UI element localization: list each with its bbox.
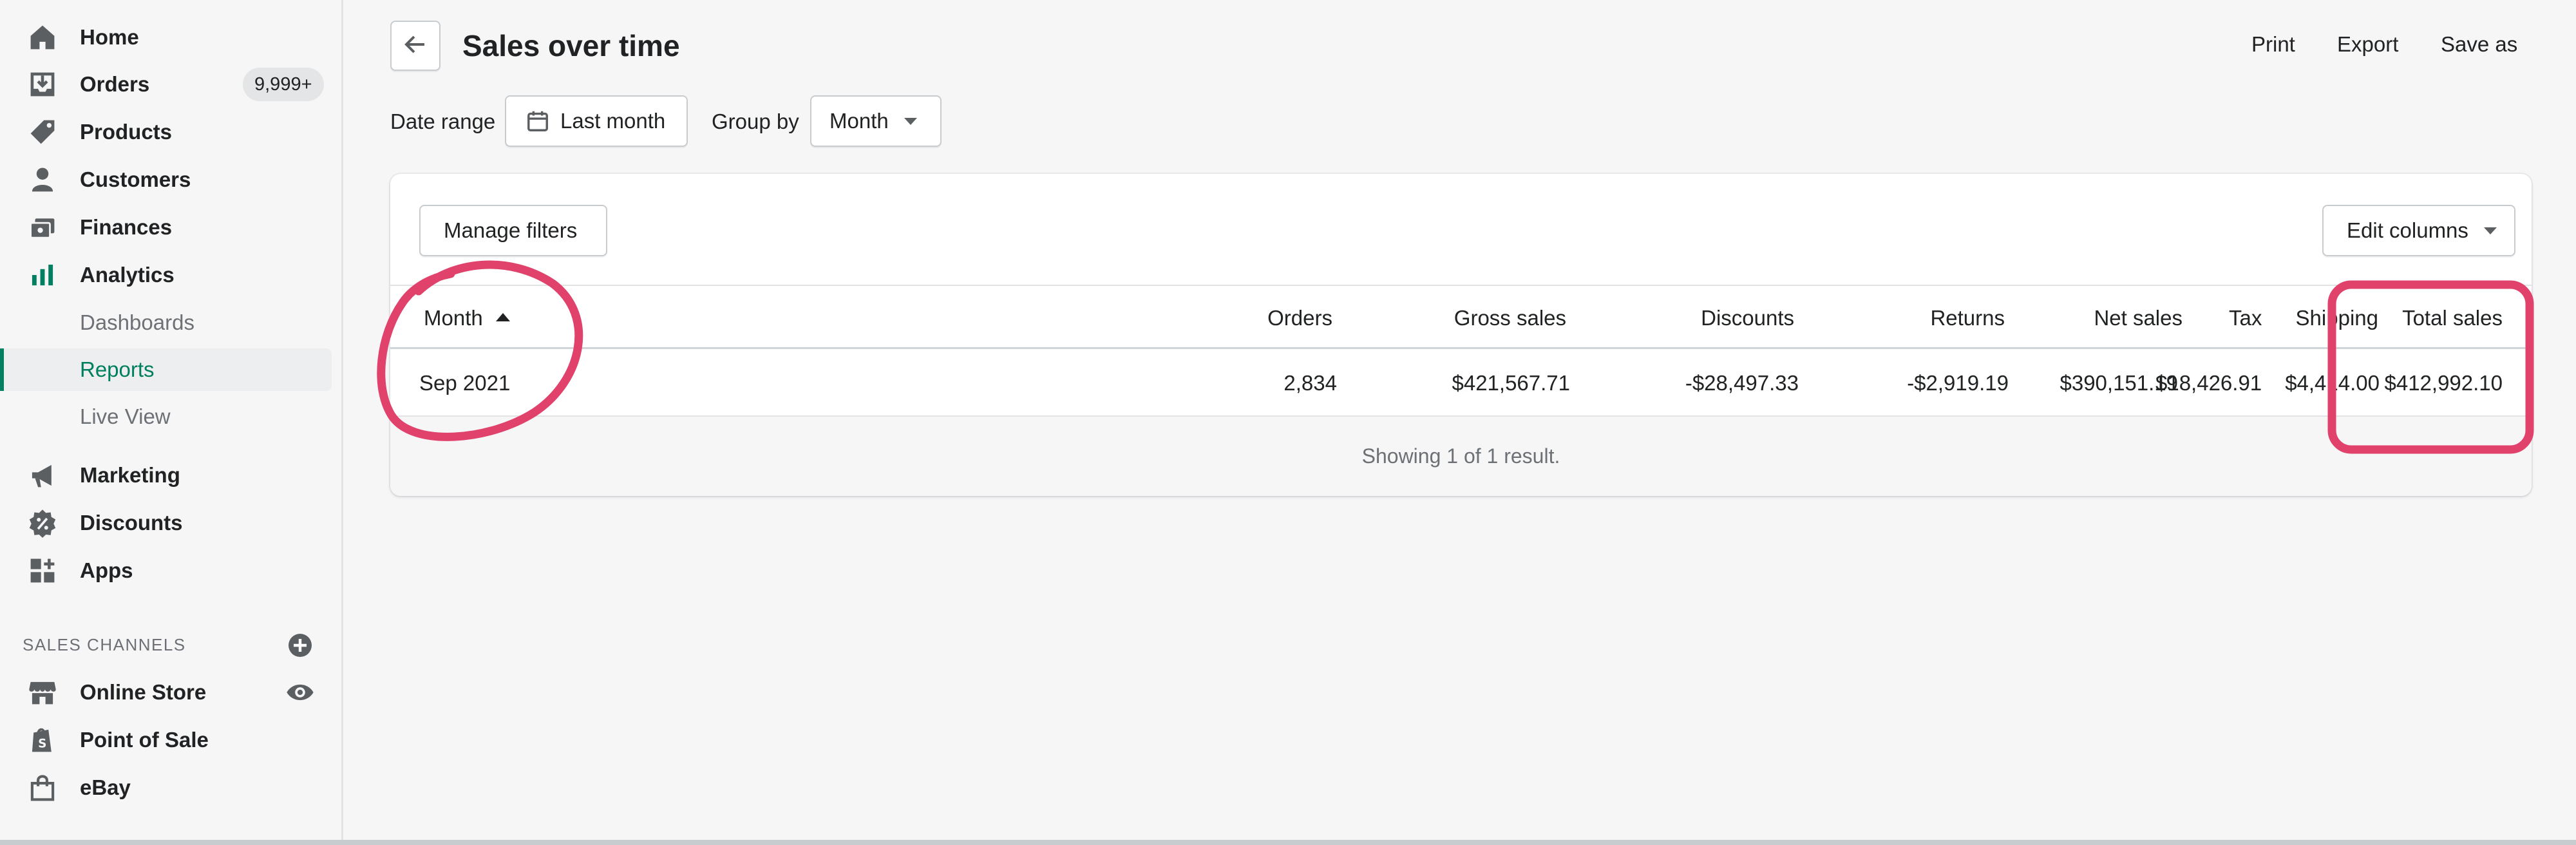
back-button[interactable]: [390, 21, 440, 71]
sidebar-item-finances[interactable]: Finances: [0, 206, 332, 249]
report-card: Manage filters Edit columns Month Orders…: [390, 174, 2532, 496]
table-header: Month Orders Gross sales Discounts Retur…: [390, 285, 2532, 349]
print-button[interactable]: Print: [2251, 32, 2295, 57]
sidebar-item-label: Products: [80, 120, 173, 144]
cell-returns: -$2,919.19: [1907, 371, 2009, 395]
cell-shipping: $4,414.00: [2285, 371, 2380, 395]
cell-discounts: -$28,497.33: [1685, 371, 1799, 395]
sidebar-item-label: Finances: [80, 215, 173, 239]
sort-ascending-icon: [495, 312, 510, 321]
group-by-value: Month: [829, 109, 889, 133]
group-by-label: Group by: [712, 109, 799, 133]
sidebar-item-orders[interactable]: Orders 9,999+: [0, 63, 332, 106]
arrow-left-icon: [402, 32, 428, 61]
apps-icon: [26, 554, 59, 587]
sidebar-item-live-view[interactable]: Live View: [0, 395, 332, 438]
sidebar-item-label: Discounts: [80, 511, 183, 535]
page-title: Sales over time: [462, 29, 680, 62]
column-header-month[interactable]: Month: [424, 286, 510, 350]
sidebar-item-label: Analytics: [80, 263, 175, 287]
sidebar-item-online-store[interactable]: Online Store: [0, 671, 332, 714]
sidebar-item-analytics[interactable]: Analytics: [0, 254, 332, 296]
sidebar-item-label: Reports: [80, 357, 155, 381]
eye-icon[interactable]: [285, 678, 315, 707]
column-header-gross-sales[interactable]: Gross sales: [1454, 286, 1566, 350]
table-footer: Showing 1 of 1 result.: [390, 415, 2532, 496]
column-header-discounts[interactable]: Discounts: [1701, 286, 1794, 350]
column-header-returns[interactable]: Returns: [1930, 286, 2005, 350]
sidebar-item-customers[interactable]: Customers: [0, 158, 332, 201]
sidebar-item-home[interactable]: Home: [0, 16, 332, 59]
sales-channels-heading: SALES CHANNELS: [23, 635, 186, 654]
bag-icon: [26, 771, 59, 804]
svg-text:S: S: [38, 737, 46, 751]
sidebar-item-apps[interactable]: Apps: [0, 549, 332, 592]
sidebar-item-label: Dashboards: [80, 310, 194, 334]
cell-tax: $18,426.91: [2155, 371, 2262, 395]
export-button[interactable]: Export: [2337, 32, 2398, 57]
column-header-shipping[interactable]: Shipping: [2296, 286, 2378, 350]
edit-columns-button[interactable]: Edit columns: [2322, 205, 2515, 256]
sidebar-item-ebay[interactable]: eBay: [0, 766, 332, 809]
column-header-orders[interactable]: Orders: [1267, 286, 1332, 350]
sidebar-item-label: Home: [80, 25, 139, 49]
calendar-icon: [526, 109, 550, 133]
sidebar-item-discounts[interactable]: Discounts: [0, 502, 332, 544]
manage-filters-button[interactable]: Manage filters: [419, 205, 607, 256]
sidebar-item-label: eBay: [80, 775, 131, 799]
orders-icon: [26, 68, 59, 101]
cell-gross-sales: $421,567.71: [1452, 371, 1570, 395]
bar-chart-icon: [26, 258, 59, 292]
date-range-button[interactable]: Last month: [505, 95, 688, 147]
tag-icon: [26, 115, 59, 149]
window-bottom-edge: [0, 840, 2576, 845]
date-range-value: Last month: [560, 109, 666, 133]
sidebar-item-point-of-sale[interactable]: S Point of Sale: [0, 719, 332, 761]
column-header-net-sales[interactable]: Net sales: [2094, 286, 2183, 350]
sidebar-item-label: Online Store: [80, 680, 207, 704]
column-header-total-sales[interactable]: Total sales: [2402, 286, 2503, 350]
cell-orders: 2,834: [1283, 371, 1337, 395]
sidebar-item-label: Orders: [80, 72, 150, 96]
finances-icon: [26, 211, 59, 244]
shopping-bag-icon: S: [26, 723, 59, 757]
column-header-tax[interactable]: Tax: [2229, 286, 2262, 350]
home-icon: [26, 21, 59, 54]
sidebar-item-dashboards[interactable]: Dashboards: [0, 301, 332, 344]
sidebar-item-label: Point of Sale: [80, 728, 209, 752]
sidebar-item-marketing[interactable]: Marketing: [0, 454, 332, 497]
person-icon: [26, 163, 59, 196]
sidebar-item-label: Apps: [80, 558, 133, 582]
store-icon: [26, 676, 59, 709]
edit-columns-label: Edit columns: [2347, 218, 2468, 242]
caret-down-icon: [2483, 227, 2497, 234]
sidebar-item-label: Marketing: [80, 463, 180, 487]
caret-down-icon: [904, 117, 917, 125]
sidebar-item-products[interactable]: Products: [0, 111, 332, 153]
discount-icon: [26, 506, 59, 540]
sidebar-item-reports[interactable]: Reports: [0, 348, 332, 391]
sidebar: Home Orders 9,999+ Products Customers Fi…: [0, 0, 343, 840]
group-by-select[interactable]: Month: [810, 95, 942, 147]
add-sales-channel-icon[interactable]: [287, 632, 313, 658]
table-row: Sep 2021 2,834 $421,567.71 -$28,497.33 -…: [390, 351, 2532, 415]
save-as-button[interactable]: Save as: [2441, 32, 2517, 57]
cell-total-sales: $412,992.10: [2384, 371, 2503, 395]
megaphone-icon: [26, 459, 59, 492]
date-range-label: Date range: [390, 109, 496, 133]
sidebar-item-label: Customers: [80, 167, 191, 191]
cell-month: Sep 2021: [419, 371, 511, 395]
sidebar-item-label: Live View: [80, 404, 171, 428]
column-header-label: Month: [424, 306, 483, 330]
orders-count-badge: 9,999+: [243, 68, 324, 101]
